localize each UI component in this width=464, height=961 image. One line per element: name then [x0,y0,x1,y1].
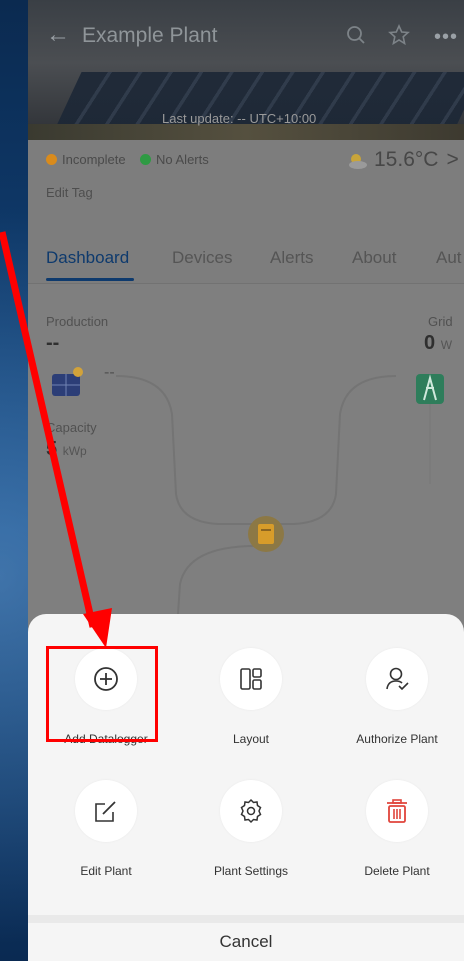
red-arrow-annotation [0,231,112,648]
